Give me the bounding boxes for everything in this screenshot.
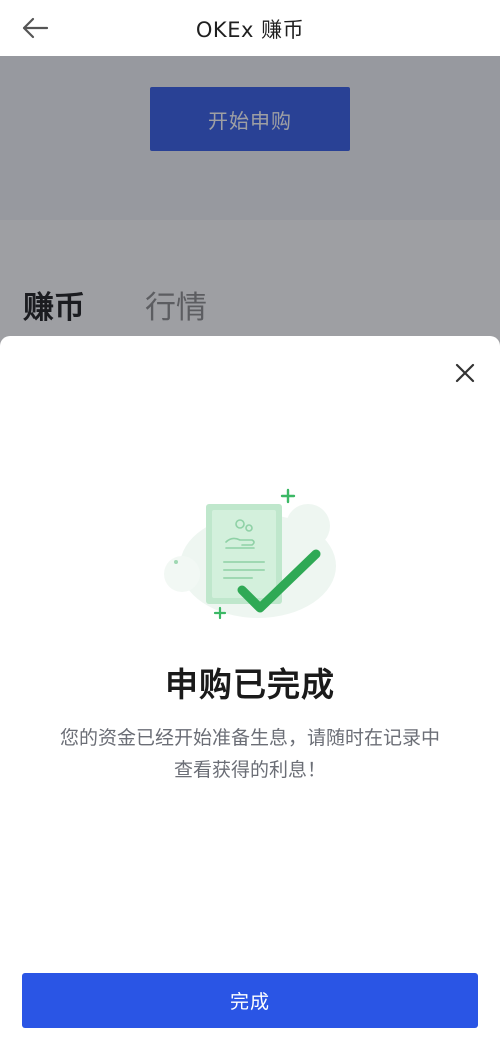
app-header: OKEx 赚币: [0, 0, 500, 56]
close-icon: [455, 363, 475, 383]
done-button[interactable]: 完成: [22, 973, 478, 1028]
screen: OKEx 赚币 开始申购 赚币 行情 申购已完成 您的资金已经开始准备生息，请随…: [0, 0, 500, 1044]
page-title: OKEx 赚币: [195, 18, 305, 42]
dialog-title: 申购已完成: [165, 665, 335, 704]
dialog-description: 您的资金已经开始准备生息，请随时在记录中查看获得的利息！: [59, 727, 440, 781]
subscription-complete-sheet: 申购已完成 您的资金已经开始准备生息，请随时在记录中查看获得的利息！ 完成: [0, 336, 500, 1044]
document-check-icon: [164, 488, 336, 620]
close-button[interactable]: [452, 360, 478, 386]
